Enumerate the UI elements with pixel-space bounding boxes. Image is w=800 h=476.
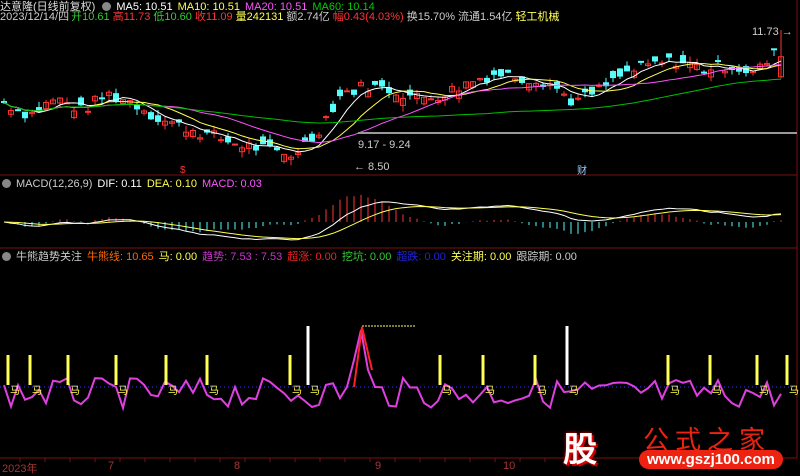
ma10-line	[3, 62, 782, 150]
horse-label: 马	[712, 385, 722, 397]
horse-value: 马: 0.00	[158, 251, 198, 263]
candle-body	[148, 112, 154, 120]
candle-body	[85, 110, 91, 113]
dea-value: DEA: 0.10	[146, 178, 197, 190]
candle-body	[99, 97, 105, 100]
candle-body	[1, 101, 7, 104]
axis-label: 2023年	[2, 463, 38, 475]
high-label: 11.73 →	[752, 26, 793, 38]
overbought-value: 超涨: 0.00	[287, 251, 337, 263]
candle-body	[155, 115, 161, 122]
candle-body	[330, 103, 336, 113]
candle-body	[351, 89, 357, 95]
candle-body	[15, 109, 21, 112]
horse-label: 马	[670, 385, 680, 397]
candle-body	[323, 116, 329, 119]
candle-body	[337, 89, 343, 97]
candle-body	[701, 71, 707, 74]
candle-body	[575, 97, 581, 100]
candle-body	[505, 69, 511, 73]
watermark: 股 公式之家 www.gszj100.com	[555, 418, 785, 472]
horse-label: 马	[70, 385, 80, 397]
horse-label: 马	[442, 385, 452, 397]
horse-label: 马	[569, 385, 579, 397]
collapse-icon[interactable]	[2, 179, 11, 188]
candle-body	[491, 70, 497, 75]
candle-body	[232, 143, 238, 146]
dea-line	[3, 206, 782, 240]
axis-label: 8	[234, 460, 241, 472]
range-label: 9.17 - 9.24	[358, 139, 411, 151]
candle-body	[610, 71, 616, 79]
low-label: ← 8.50	[354, 161, 389, 173]
horse-label: 马	[310, 385, 320, 397]
axis-label: 9	[375, 460, 382, 472]
horse-label: 马	[292, 385, 302, 397]
candle-body	[638, 60, 644, 63]
indicator-legend: 牛熊趋势关注 牛熊线: 10.65 马: 0.00 趋势: 7.53 : 7.53 超涨…	[0, 251, 582, 264]
candle-body	[379, 80, 385, 87]
axis-label: 7	[108, 460, 115, 472]
dif-value: DIF: 0.11	[97, 178, 142, 190]
candle-body	[428, 98, 434, 101]
candle-body	[617, 68, 623, 77]
marker-cai: 财	[577, 164, 587, 177]
candle-body	[309, 133, 315, 142]
candle-body	[274, 147, 280, 151]
candle-body	[624, 65, 630, 72]
horse-label: 马	[537, 385, 547, 397]
candle-body	[253, 145, 259, 151]
candle-body	[372, 80, 378, 85]
horse-label: 马	[485, 385, 495, 397]
candle-body	[218, 139, 224, 142]
oversold-value: 超跌: 0.00	[396, 251, 446, 263]
horse-label: 马	[10, 385, 20, 397]
macd-legend: MACD(12,26,9) DIF: 0.11 DEA: 0.10 MACD: 0.0…	[0, 178, 267, 191]
chart-canvas[interactable]: 9.17 - 9.24← 8.5011.73 →$ 财马马马马马马马马马马马马马马…	[0, 0, 800, 472]
horse-label: 马	[789, 385, 799, 397]
candle-body	[134, 104, 140, 110]
watermark-logo: 股	[563, 431, 597, 469]
horse-label: 马	[118, 385, 128, 397]
horse-label: 马	[168, 385, 178, 397]
candle-body	[225, 136, 231, 143]
candle-body	[498, 69, 504, 77]
candle-body	[344, 90, 350, 93]
horse-label: 马	[759, 385, 769, 397]
candle-body	[715, 60, 721, 63]
macd-title: MACD(12,26,9)	[16, 178, 93, 190]
dif-line	[3, 201, 782, 241]
candle-body	[652, 56, 658, 62]
candle-body	[22, 111, 28, 119]
candle-body	[484, 77, 490, 83]
watermark-url: www.gszj100.com	[639, 450, 783, 469]
axis-label: 10	[503, 460, 516, 472]
macd-value: MACD: 0.03	[202, 178, 262, 190]
marker-s: $	[180, 165, 186, 176]
indicator-title: 牛熊趋势关注	[16, 251, 82, 263]
trend-value: 趋势: 7.53 : 7.53	[202, 251, 283, 263]
horse-label: 马	[209, 385, 219, 397]
watch-value: 关注期: 0.00	[450, 251, 512, 263]
candle-body	[568, 98, 574, 106]
candle-body	[666, 53, 672, 58]
dig-value: 挖坑: 0.00	[341, 251, 392, 263]
candle-body	[771, 48, 777, 51]
bull-bear-value: 牛熊线: 10.65	[87, 251, 154, 263]
horse-label: 马	[32, 385, 42, 397]
collapse-icon[interactable]	[2, 252, 11, 261]
track-value: 跟踪期: 0.00	[516, 251, 577, 263]
